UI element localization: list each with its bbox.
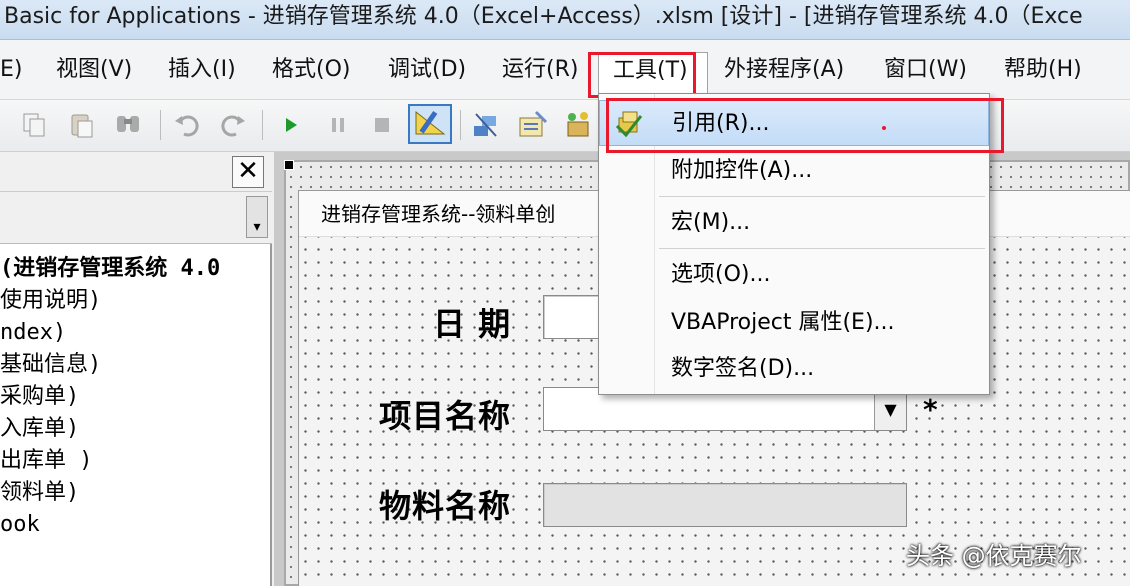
close-icon[interactable]: ✕ bbox=[232, 156, 264, 188]
menu-format[interactable]: 格式(O) bbox=[272, 52, 350, 88]
tree-item[interactable]: (进销存管理系统 4.0 bbox=[0, 254, 220, 284]
menu-insert[interactable]: 插入(I) bbox=[168, 52, 236, 88]
tools-menu-dropdown: 引用(R)... 附加控件(A)... 宏(M)... 选项(O)... VBA… bbox=[598, 93, 990, 395]
project-explorer-pane: ✕ ▾ (进销存管理系统 4.0 使用说明) ndex) 基础信息) 采购单) … bbox=[0, 152, 272, 586]
pane-header: ✕ bbox=[0, 152, 272, 192]
menu-item-macros[interactable]: 宏(M)... bbox=[599, 200, 989, 246]
menu-item-additional-controls[interactable]: 附加控件(A)... bbox=[599, 148, 989, 194]
menu-item-label: 宏(M)... bbox=[671, 210, 751, 235]
pane-object-combo[interactable]: ▾ bbox=[0, 192, 272, 244]
date-label: 日 期 bbox=[433, 305, 512, 343]
menu-item-digital-signature[interactable]: 数字签名(D)... bbox=[599, 346, 989, 392]
tree-item[interactable]: ndex) bbox=[0, 318, 66, 348]
menu-item-label: 附加控件(A)... bbox=[671, 158, 813, 183]
menu-window[interactable]: 窗口(W) bbox=[884, 52, 967, 88]
menu-item-label: VBAProject 属性(E)... bbox=[671, 310, 895, 335]
tree-item[interactable]: 采购单) bbox=[0, 382, 79, 412]
menu-item-label: 数字签名(D)... bbox=[671, 356, 815, 381]
project-explorer-icon[interactable] bbox=[470, 110, 502, 140]
resize-handle[interactable] bbox=[284, 160, 294, 170]
menu-item-label: 选项(O)... bbox=[671, 262, 771, 287]
menu-item-options[interactable]: 选项(O)... bbox=[599, 252, 989, 298]
menu-help[interactable]: 帮助(H) bbox=[1004, 52, 1082, 88]
tree-item[interactable]: 基础信息) bbox=[0, 350, 101, 380]
toolbar-separator bbox=[160, 110, 161, 140]
material-name-label: 物料名称 bbox=[379, 487, 512, 525]
menu-separator bbox=[659, 196, 985, 197]
pause-icon[interactable] bbox=[322, 110, 354, 140]
redo-icon[interactable] bbox=[216, 110, 248, 140]
menu-item-project-properties[interactable]: VBAProject 属性(E)... bbox=[599, 300, 989, 346]
toolbar-separator bbox=[460, 110, 461, 140]
watermark: 头条 @依克赛尔 bbox=[906, 542, 1082, 570]
paste-icon[interactable] bbox=[66, 110, 98, 140]
design-mode-icon[interactable] bbox=[408, 104, 452, 144]
menu-view[interactable]: 视图(V) bbox=[56, 52, 132, 88]
tree-item[interactable]: 入库单) bbox=[0, 414, 79, 444]
menu-debug[interactable]: 调试(D) bbox=[388, 52, 466, 88]
material-name-field[interactable] bbox=[543, 483, 907, 527]
menu-bar: E) 视图(V) 插入(I) 格式(O) 调试(D) 运行(R) 工具(T) 外… bbox=[0, 40, 1130, 100]
tree-item[interactable]: ook bbox=[0, 510, 40, 540]
stop-icon[interactable] bbox=[366, 110, 398, 140]
menu-separator bbox=[659, 248, 985, 249]
project-name-label: 项目名称 bbox=[379, 397, 512, 435]
menu-item-label: 引用(R)... bbox=[672, 111, 770, 136]
tree-item[interactable]: 领料单) bbox=[0, 478, 79, 508]
tree-item[interactable]: 出库单 ) bbox=[0, 446, 93, 476]
copy-icon[interactable] bbox=[18, 110, 50, 140]
required-mark: * bbox=[923, 393, 939, 426]
menu-item-references[interactable]: 引用(R)... bbox=[599, 100, 989, 146]
find-icon[interactable] bbox=[112, 110, 144, 140]
window-title: Basic for Applications - 进销存管理系统 4.0（Exc… bbox=[0, 0, 1130, 40]
references-icon bbox=[615, 111, 643, 138]
object-browser-icon[interactable] bbox=[562, 110, 594, 140]
tree-item[interactable]: 使用说明) bbox=[0, 286, 101, 316]
chevron-down-icon[interactable]: ▾ bbox=[246, 196, 268, 238]
menu-addins[interactable]: 外接程序(A) bbox=[724, 52, 844, 88]
toolbar-separator bbox=[262, 110, 263, 140]
undo-icon[interactable] bbox=[172, 110, 204, 140]
run-icon[interactable] bbox=[276, 110, 308, 140]
properties-icon[interactable] bbox=[516, 110, 548, 140]
date-field[interactable] bbox=[543, 295, 603, 339]
menu-run[interactable]: 运行(R) bbox=[502, 52, 578, 88]
menu-edit[interactable]: E) bbox=[0, 52, 22, 88]
menu-tools[interactable]: 工具(T) bbox=[598, 52, 708, 96]
red-dot-marker bbox=[882, 126, 886, 130]
